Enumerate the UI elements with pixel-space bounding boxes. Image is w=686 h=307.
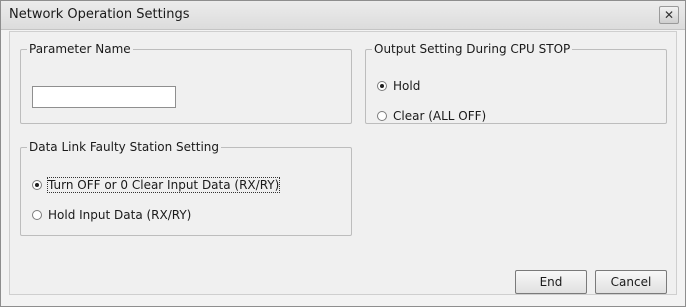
dialog-body: Parameter Name Output Setting During CPU… [9,31,677,295]
radio-button-checked[interactable] [377,81,387,91]
output-setting-legend: Output Setting During CPU STOP [374,42,571,56]
network-operation-settings-dialog: Network Operation Settings ✕ Parameter N… [0,0,686,307]
radio-hold[interactable]: Hold [377,79,420,93]
radio-hold-input-label: Hold Input Data (RX/RY) [48,208,192,222]
radio-turn-off-clear[interactable]: Turn OFF or 0 Clear Input Data (RX/RY) [32,177,281,193]
cancel-button[interactable]: Cancel [595,270,667,294]
radio-clear-all-off[interactable]: Clear (ALL OFF) [377,109,486,123]
close-icon: ✕ [663,8,675,22]
end-button[interactable]: End [515,270,587,294]
close-button[interactable]: ✕ [659,6,679,24]
radio-hold-label: Hold [393,79,421,93]
radio-turn-off-label: Turn OFF or 0 Clear Input Data (RX/RY) [46,177,281,193]
parameter-name-legend: Parameter Name [29,42,131,56]
radio-button-checked[interactable] [32,180,42,190]
radio-button[interactable] [377,111,387,121]
output-setting-group: Output Setting During CPU STOP Hold Clea… [365,42,667,124]
radio-hold-input-data[interactable]: Hold Input Data (RX/RY) [32,208,191,222]
radio-clear-label: Clear (ALL OFF) [393,109,487,123]
parameter-name-input[interactable] [32,86,176,108]
data-link-faulty-station-group: Data Link Faulty Station Setting Turn OF… [20,140,352,236]
radio-button[interactable] [32,210,42,220]
title-bar[interactable]: Network Operation Settings ✕ [1,1,685,30]
parameter-name-group: Parameter Name [20,42,352,124]
data-link-legend: Data Link Faulty Station Setting [29,140,220,154]
window-title: Network Operation Settings [9,7,190,22]
